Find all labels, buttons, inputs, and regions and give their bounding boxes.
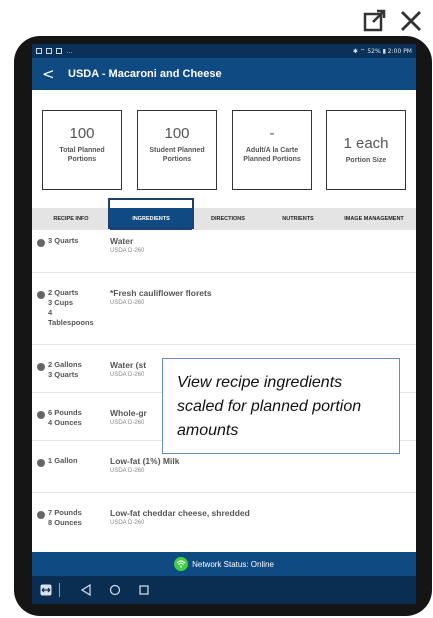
ingredient-name: Water bbox=[110, 236, 134, 246]
wifi-icon bbox=[174, 557, 189, 571]
remote-control-icon[interactable] bbox=[40, 584, 52, 596]
ingredient-code: USDA D-260 bbox=[110, 420, 145, 426]
recipe-tabs: RECIPE INFO INGREDIENTS DIRECTIONS NUTRI… bbox=[32, 208, 416, 230]
row-divider bbox=[32, 344, 416, 345]
ingredient-quantity: 1 Gallon bbox=[48, 456, 78, 465]
tablet-frame: … ✱ ⌔ 52% ▮ 2:00 PM < USDA - Macaroni an… bbox=[14, 36, 432, 616]
more-notifications-icon: … bbox=[66, 47, 73, 55]
bullet-icon bbox=[37, 459, 45, 467]
total-planned-card: 100 Total Planned Portions bbox=[42, 110, 122, 190]
card-label: Adult/A la Carte Planned Portions bbox=[243, 147, 301, 163]
ingredient-code: USDA D-260 bbox=[110, 372, 145, 378]
android-nav-bar bbox=[32, 576, 416, 604]
ingredient-name: Water (st bbox=[110, 360, 147, 370]
card-label: Portion Size bbox=[345, 157, 387, 164]
notification-icon bbox=[56, 48, 62, 54]
close-icon[interactable] bbox=[398, 8, 424, 34]
tab-image-management[interactable]: IMAGE MANAGEMENT bbox=[332, 208, 416, 230]
card-label: Student Planned Portions bbox=[149, 147, 205, 163]
bullet-icon bbox=[37, 291, 45, 299]
ingredient-name: Whole-gr bbox=[110, 408, 147, 418]
back-arrow-icon[interactable]: < bbox=[42, 65, 62, 83]
ingredient-quantity: 7 Pounds 8 Ounces bbox=[48, 508, 82, 527]
app-screen: … ✱ ⌔ 52% ▮ 2:00 PM < USDA - Macaroni an… bbox=[32, 44, 416, 604]
tab-nutrients[interactable]: NUTRIENTS bbox=[264, 208, 332, 230]
adult-planned-card: - Adult/A la Carte Planned Portions bbox=[232, 110, 312, 190]
portion-size-card: 1 each Portion Size bbox=[326, 110, 406, 190]
student-planned-card: 100 Student Planned Portions bbox=[137, 110, 217, 190]
ingredient-quantity: 3 Quarts bbox=[48, 236, 79, 245]
nav-home-icon[interactable] bbox=[109, 584, 121, 596]
tab-directions[interactable]: DIRECTIONS bbox=[192, 208, 264, 230]
card-value: 100 bbox=[164, 125, 190, 142]
card-label: Total Planned Portions bbox=[59, 147, 105, 163]
tab-highlight-outline bbox=[108, 198, 194, 229]
status-icons-right: ✱ ⌔ 52% ▮ 2:00 PM bbox=[352, 48, 412, 55]
notification-icon bbox=[36, 48, 42, 54]
card-value: - bbox=[269, 125, 275, 142]
bullet-icon bbox=[37, 239, 45, 247]
callout-annotation: View recipe ingredients scaled for plann… bbox=[162, 358, 400, 454]
status-icons-left: … bbox=[36, 48, 73, 55]
network-status-text: Network Status: Online bbox=[192, 559, 274, 569]
ingredient-quantity: 6 Pounds 4 Ounces bbox=[48, 408, 82, 427]
ingredient-code: USDA D-260 bbox=[110, 300, 145, 306]
nav-divider bbox=[59, 583, 60, 597]
network-status-bar: Network Status: Online bbox=[32, 552, 416, 576]
bullet-icon bbox=[37, 511, 45, 519]
ingredient-quantity: 2 Gallons 3 Quarts bbox=[48, 360, 82, 379]
ingredient-code: USDA D-260 bbox=[110, 248, 145, 254]
ingredient-code: USDA D-260 bbox=[110, 520, 145, 526]
ingredient-quantity: 2 Quarts 3 Cups 4 Tablespoons bbox=[48, 288, 94, 327]
card-value: 100 bbox=[69, 125, 95, 142]
tab-recipe-info[interactable]: RECIPE INFO bbox=[32, 208, 110, 230]
card-value: 1 each bbox=[343, 135, 389, 152]
bullet-icon bbox=[37, 411, 45, 419]
row-divider bbox=[32, 492, 416, 493]
notification-icon bbox=[46, 48, 52, 54]
nav-recents-icon[interactable] bbox=[138, 584, 150, 596]
callout-text: View recipe ingredients scaled for plann… bbox=[177, 374, 362, 439]
ingredient-name: Low-fat cheddar cheese, shredded bbox=[110, 508, 250, 518]
ingredient-name: *Fresh cauliflower florets bbox=[110, 288, 212, 298]
row-divider bbox=[32, 272, 416, 273]
ingredient-name: Low-fat (1%) Milk bbox=[110, 456, 180, 466]
bullet-icon bbox=[37, 363, 45, 371]
page-title: USDA - Macaroni and Cheese bbox=[68, 68, 222, 80]
ingredient-code: USDA D-260 bbox=[110, 468, 145, 474]
nav-back-icon[interactable] bbox=[80, 584, 92, 596]
portion-summary: 100 Total Planned Portions 100 Student P… bbox=[42, 110, 408, 190]
app-bar: < USDA - Macaroni and Cheese bbox=[32, 58, 416, 90]
android-status-bar: … ✱ ⌔ 52% ▮ 2:00 PM bbox=[32, 44, 416, 58]
external-link-icon[interactable] bbox=[362, 8, 388, 34]
